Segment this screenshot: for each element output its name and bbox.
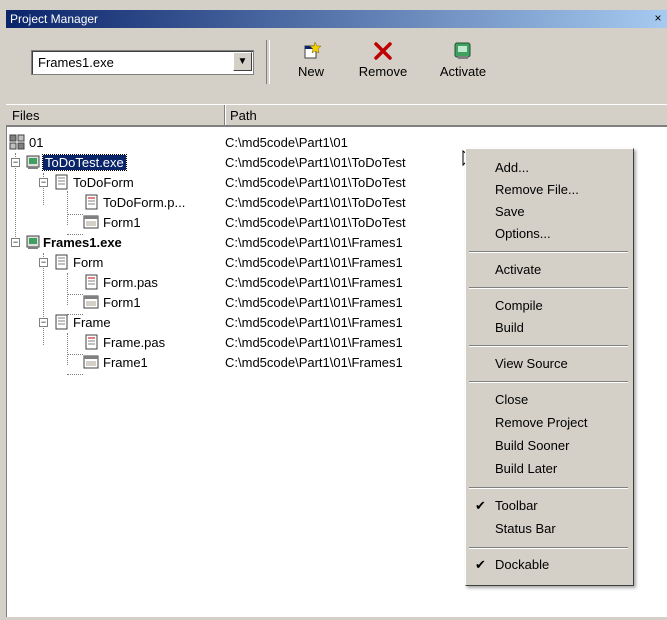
context-menu: Add... Remove File... Save Options... Ac… (465, 148, 634, 586)
menu-separator (469, 547, 628, 549)
tree-item-path: C:\md5code\Part1\01\Frames1 (225, 315, 403, 330)
tree-item-path: C:\md5code\Part1\01\Frames1 (225, 255, 403, 270)
pas-file-icon (85, 274, 98, 290)
tree-item-path: C:\md5code\Part1\01\ToDoTest (225, 155, 406, 170)
menu-item-build[interactable]: Build (466, 317, 633, 339)
form-file-icon (83, 355, 99, 369)
collapse-icon[interactable]: − (11, 158, 20, 167)
checkmark-icon: ✔ (475, 557, 486, 572)
new-icon (291, 40, 331, 64)
menu-item-build-sooner[interactable]: Build Sooner (466, 435, 633, 457)
tree-item-path: C:\md5code\Part1\01\ToDoTest (225, 215, 406, 230)
project-group-icon (9, 134, 25, 150)
activate-icon (433, 40, 493, 64)
project-manager-window: Project Manager × Frames1.exe ▼ New Remo… (0, 0, 667, 620)
project-combo[interactable]: Frames1.exe ▼ (31, 50, 254, 75)
activate-button[interactable]: Activate (433, 40, 493, 86)
new-button[interactable]: New (291, 40, 331, 86)
menu-item-view-source[interactable]: View Source (466, 353, 633, 375)
tree-item-label: 01 (29, 135, 44, 150)
tree-item-label: Form (73, 255, 104, 270)
tree-item-label: Frame (73, 315, 111, 330)
tree-item-label: ToDoForm.p... (103, 195, 186, 210)
chevron-down-icon[interactable]: ▼ (233, 52, 252, 71)
collapse-icon[interactable]: − (39, 178, 48, 187)
toolbar: Frames1.exe ▼ New Remove Activate (6, 30, 667, 92)
menu-item-compile[interactable]: Compile (466, 295, 633, 317)
pas-file-icon (85, 334, 98, 350)
activate-label: Activate (439, 64, 487, 79)
pas-file-icon (85, 194, 98, 210)
collapse-icon[interactable]: − (11, 238, 20, 247)
menu-separator (469, 251, 628, 253)
menu-item-status-bar[interactable]: Status Bar (466, 518, 633, 540)
tree-item-label: ToDoForm (73, 175, 134, 190)
collapse-icon[interactable]: − (39, 318, 48, 327)
tree-item-path: C:\md5code\Part1\01\ToDoTest (225, 175, 406, 190)
tree-item-path: C:\md5code\Part1\01\Frames1 (225, 335, 403, 350)
menu-item-build-later[interactable]: Build Later (466, 458, 633, 480)
remove-button[interactable]: Remove (353, 40, 413, 86)
tree-item-label: Form1 (103, 295, 141, 310)
menu-item-toolbar[interactable]: ✔ Toolbar (466, 495, 633, 517)
window-title: Project Manager (10, 12, 99, 26)
files-column-header[interactable]: Files (12, 108, 39, 123)
exe-project-icon (26, 155, 40, 169)
title-bar[interactable]: Project Manager × (6, 10, 667, 28)
tree-item-label: Form.pas (103, 275, 158, 290)
menu-item-dockable[interactable]: ✔ Dockable (466, 554, 633, 576)
remove-icon (353, 40, 413, 64)
form-file-icon (83, 215, 99, 229)
tree-item-path: C:\md5code\Part1\01\ToDoTest (225, 195, 406, 210)
menu-item-add[interactable]: Add... (466, 157, 633, 179)
menu-separator (469, 487, 628, 489)
form-unit-icon (55, 254, 68, 270)
tree-item-label: Frame.pas (103, 335, 166, 350)
tree-line (67, 374, 83, 375)
form-file-icon (83, 295, 99, 309)
form-unit-icon (55, 174, 68, 190)
menu-item-remove-project[interactable]: Remove Project (466, 412, 633, 434)
menu-separator (469, 345, 628, 347)
tree-item-path: C:\md5code\Part1\01\Frames1 (225, 295, 403, 310)
form-unit-icon (55, 314, 68, 330)
project-combo-value: Frames1.exe (38, 55, 114, 70)
tree-item-path: C:\md5code\Part1\01\Frames1 (225, 235, 403, 250)
tree-item-label-active: Frames1.exe (43, 235, 122, 250)
menu-item-save[interactable]: Save (466, 201, 633, 223)
tree-item-label-selected: ToDoTest.exe (42, 154, 127, 171)
path-column-header[interactable]: Path (230, 108, 257, 123)
menu-separator (469, 381, 628, 383)
new-label: New (297, 64, 324, 79)
menu-item-options[interactable]: Options... (466, 223, 633, 245)
toolbar-separator (266, 40, 270, 84)
tree-item-path: C:\md5code\Part1\01\Frames1 (225, 275, 403, 290)
collapse-icon[interactable]: − (39, 258, 48, 267)
tree-item-label: Form1 (103, 215, 141, 230)
exe-project-icon (26, 235, 40, 249)
tree-item-label: Frame1 (103, 355, 148, 370)
menu-item-activate[interactable]: Activate (466, 259, 633, 281)
column-header: Files Path (6, 104, 667, 126)
column-divider[interactable] (224, 105, 226, 125)
close-icon[interactable]: × (651, 12, 665, 26)
menu-item-remove-file[interactable]: Remove File... (466, 179, 633, 201)
tree-item-path: C:\md5code\Part1\01\Frames1 (225, 355, 403, 370)
tree-item-path: C:\md5code\Part1\01 (225, 135, 348, 150)
menu-separator (469, 287, 628, 289)
menu-item-close[interactable]: Close (466, 389, 633, 411)
checkmark-icon: ✔ (475, 498, 486, 513)
remove-label: Remove (358, 64, 408, 79)
